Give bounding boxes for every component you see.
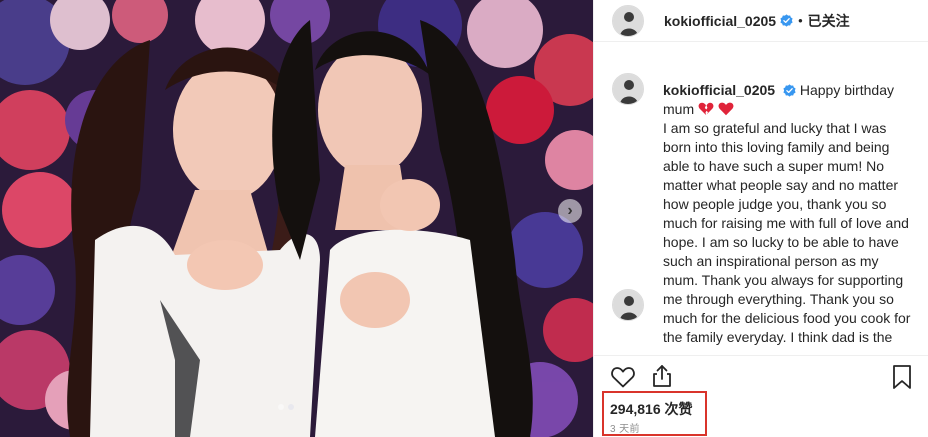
heart-outline-icon[interactable] — [610, 364, 636, 390]
avatar-image — [613, 5, 643, 36]
post-action-bar — [594, 355, 928, 395]
broken-heart-emoji — [698, 102, 714, 115]
header-separator: • — [798, 13, 803, 28]
next-photo-button[interactable]: › — [558, 199, 582, 223]
caption-body: I am so grateful and lucky that I was bo… — [663, 120, 911, 345]
portrait-illustration — [67, 20, 533, 437]
caption: kokiofficial_0205 Happy birthday mum I a… — [663, 81, 913, 347]
comment-avatar[interactable] — [612, 289, 644, 321]
caption-avatar[interactable] — [612, 73, 644, 105]
carousel-dot — [278, 404, 284, 410]
follow-status-button[interactable]: 已关注 — [808, 11, 850, 31]
post-photo[interactable]: › — [0, 0, 593, 437]
share-upload-icon[interactable] — [649, 363, 675, 389]
red-heart-emoji — [718, 102, 734, 116]
chevron-right-icon: › — [567, 202, 573, 219]
verified-badge-icon — [783, 84, 796, 97]
highlight-annotation — [602, 391, 707, 436]
verified-badge-icon — [780, 14, 793, 27]
post-header: kokiofficial_0205 • 已关注 — [594, 0, 928, 42]
carousel-indicator — [278, 404, 294, 410]
post-side-panel: kokiofficial_0205 • 已关注 kokiofficial_020… — [593, 0, 928, 437]
avatar-image — [613, 290, 643, 320]
header-username[interactable]: kokiofficial_0205 — [664, 13, 776, 29]
avatar-image — [613, 74, 643, 104]
bookmark-icon[interactable] — [891, 364, 913, 390]
avatar[interactable] — [612, 4, 644, 37]
caption-username[interactable]: kokiofficial_0205 — [663, 82, 775, 98]
carousel-dot-active — [288, 404, 294, 410]
caption-scroll-area[interactable]: kokiofficial_0205 Happy birthday mum I a… — [594, 43, 928, 355]
